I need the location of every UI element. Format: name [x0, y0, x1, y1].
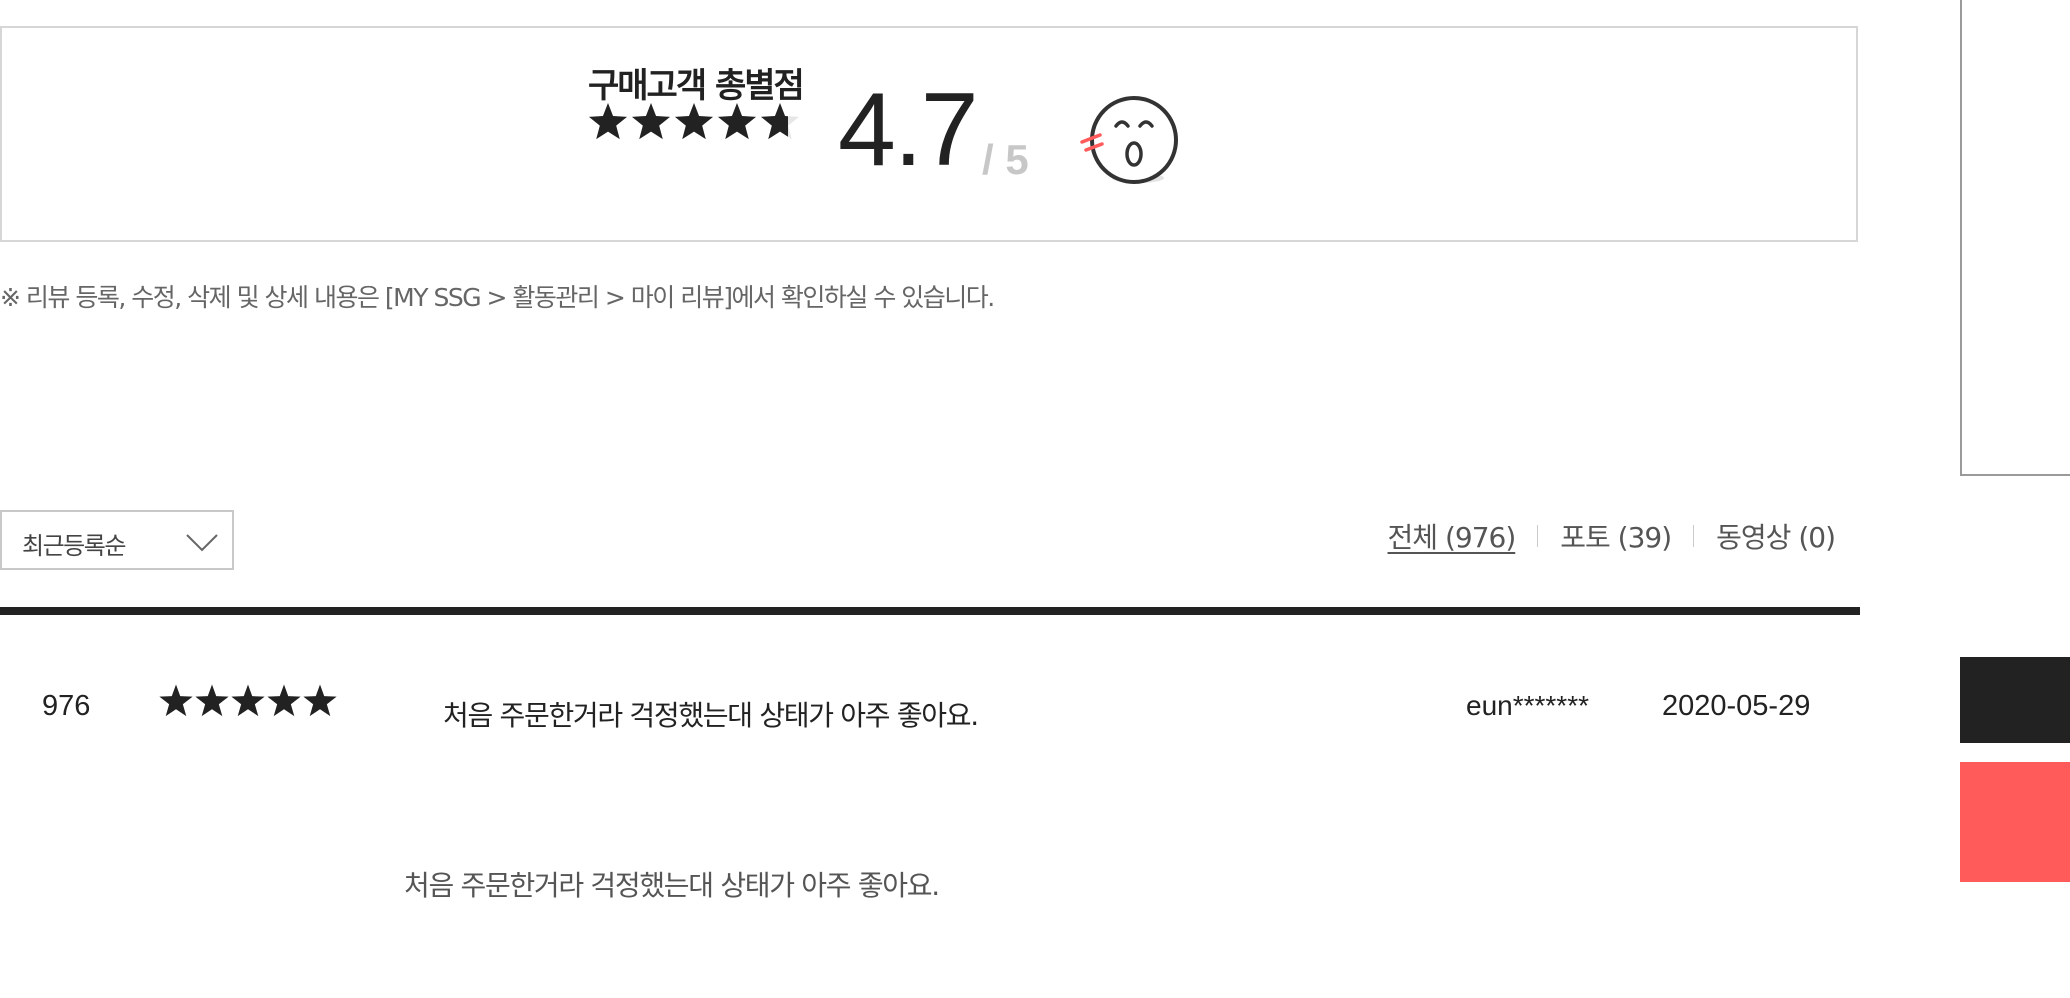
- tab-divider: [1537, 525, 1539, 547]
- review-user: eun*******: [1466, 690, 1589, 721]
- review-body: 처음 주문한거라 걱정했는대 상태가 아주 좋아요.: [404, 869, 940, 902]
- star-filled: [159, 684, 193, 717]
- star-filled: [674, 103, 714, 140]
- review-notice: ※ 리뷰 등록, 수정, 삭제 및 상세 내용은 [MY SSG > 활동관리 …: [0, 283, 995, 312]
- star-filled: [231, 684, 265, 717]
- summary-title: 구매고객 총별점: [588, 66, 805, 106]
- summary-stars: [588, 103, 800, 140]
- star-filled: [267, 684, 301, 717]
- score-max: / 5: [982, 136, 1029, 183]
- tab-divider: [1693, 525, 1695, 547]
- star-filled: [588, 103, 628, 140]
- list-top-divider: [0, 607, 1860, 615]
- surprised-face-icon: [1080, 96, 1178, 184]
- chevron-down-icon: [186, 534, 218, 552]
- tab-photo[interactable]: 포토 (39): [1560, 516, 1672, 556]
- sort-select-value: 최근등록순: [22, 532, 126, 560]
- table-row[interactable]: 976 ★★★★★ 처음 주문한거라 걱정했는대 상태가 아주 좋아요. eun…: [0, 660, 1860, 740]
- star-filled: [717, 103, 757, 140]
- star-filled: [195, 684, 229, 717]
- review-number: 976: [42, 690, 91, 722]
- side-red-button[interactable]: [1960, 762, 2070, 882]
- sort-select[interactable]: 최근등록순: [0, 510, 234, 570]
- tab-video[interactable]: 동영상 (0): [1716, 516, 1836, 556]
- average-score: 4.7: [838, 72, 979, 188]
- filter-tabs: 전체 (976) 포토 (39) 동영상 (0): [1388, 516, 1836, 556]
- review-title[interactable]: 처음 주문한거라 걱정했는대 상태가 아주 좋아요.: [443, 694, 979, 734]
- tab-all[interactable]: 전체 (976): [1388, 516, 1517, 556]
- review-stars: ★★★★★: [159, 684, 337, 717]
- review-date: 2020-05-29: [1662, 690, 1811, 722]
- star-filled: [631, 103, 671, 140]
- side-dark-button[interactable]: [1960, 657, 2070, 743]
- star-filled: [303, 684, 337, 717]
- side-panel: [1960, 0, 2070, 476]
